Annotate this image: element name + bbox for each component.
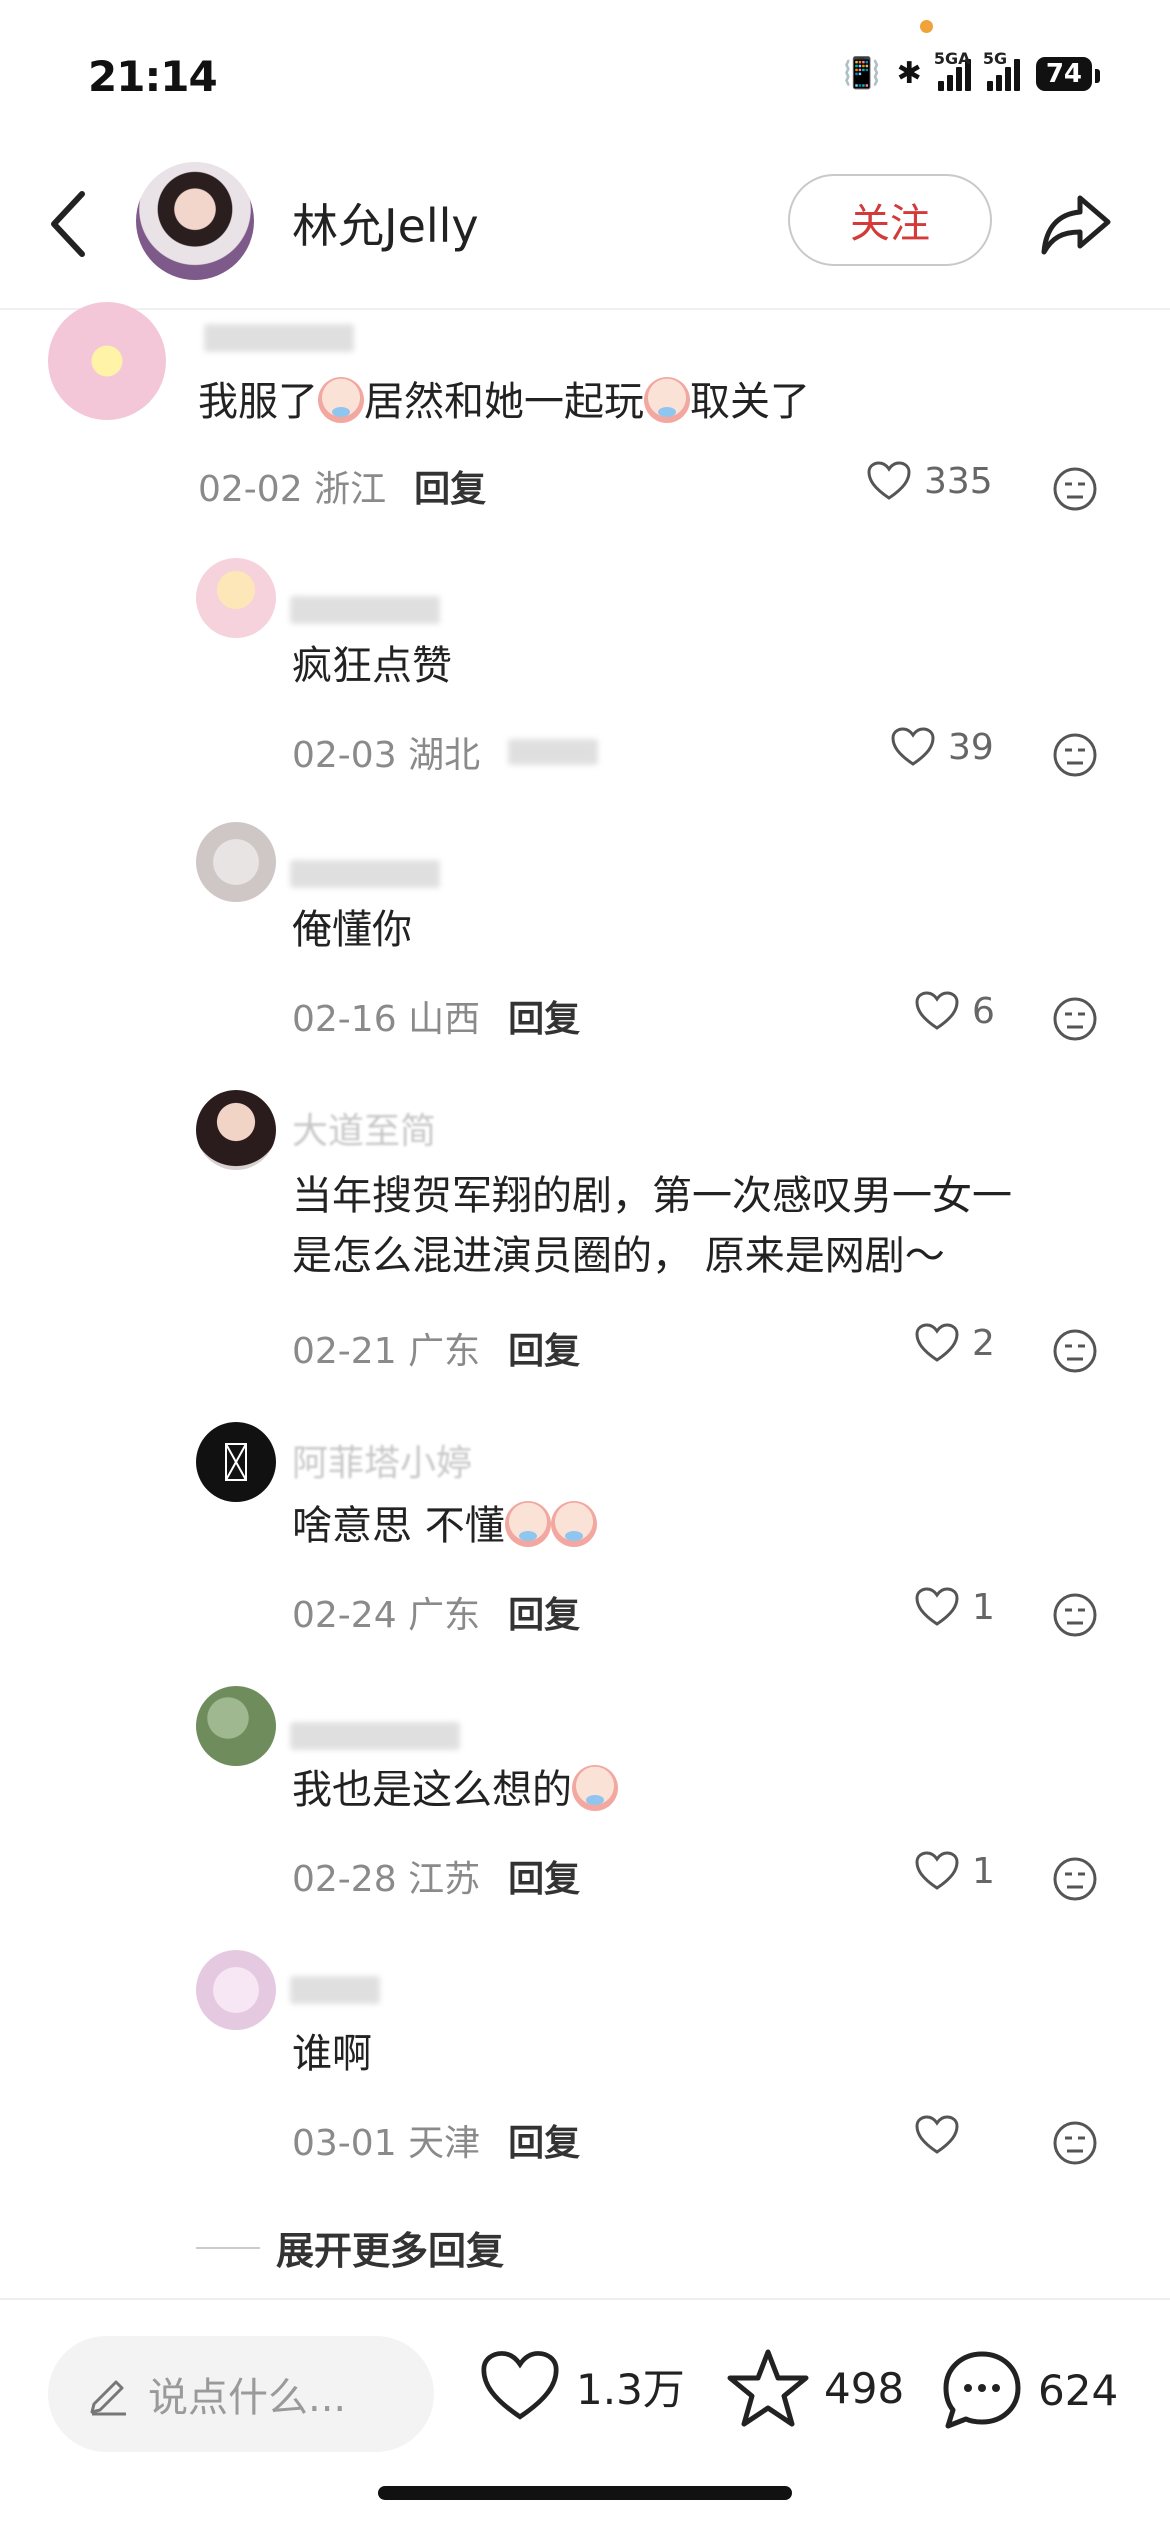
like-count: 1 xyxy=(972,1850,995,1892)
dislike-face-icon[interactable] xyxy=(1052,1328,1098,1374)
blurred-username xyxy=(290,1976,380,2004)
author-name[interactable]: 林允Jelly xyxy=(292,190,479,256)
dislike-face-icon[interactable] xyxy=(1052,2120,1098,2166)
sweat-face-emoji-icon xyxy=(644,377,690,423)
sweat-face-emoji-icon xyxy=(318,377,364,423)
divider-line xyxy=(196,2246,260,2249)
dislike-face-icon[interactable] xyxy=(1052,996,1098,1042)
reply-meta: 02-21 广东 回复 xyxy=(292,1322,580,1374)
replier-avatar[interactable] xyxy=(196,822,276,902)
like-button[interactable]: 335 xyxy=(866,460,993,502)
post-like-count: 1.3万 xyxy=(576,2364,685,2414)
crying-face-emoji-icon xyxy=(550,1501,597,1547)
like-count: 335 xyxy=(924,460,993,502)
expand-more-replies[interactable]: 展开更多回复 xyxy=(196,2220,504,2275)
reply-meta: 02-24 广东 回复 xyxy=(292,1586,580,1638)
heart-icon xyxy=(481,2351,559,2420)
like-button[interactable]: 39 xyxy=(890,726,994,768)
follow-button[interactable]: 关注 xyxy=(788,174,992,266)
vibrate-icon: 📳 xyxy=(843,56,881,91)
back-arrow-icon[interactable] xyxy=(40,184,100,264)
dislike-face-icon[interactable] xyxy=(1052,1856,1098,1902)
signal-5ga-icon: 5GA xyxy=(934,49,971,91)
crying-face-emoji-icon xyxy=(504,1501,551,1547)
status-bar: 21:14 📳 ✱ 5GA 5G 74 xyxy=(0,0,1170,150)
heart-icon xyxy=(915,1587,959,1626)
reply-text: 俺懂你 xyxy=(292,907,412,953)
reply-button[interactable]: 回复 xyxy=(508,2114,580,2166)
like-count: 39 xyxy=(948,726,994,768)
heart-icon xyxy=(915,2115,959,2154)
replier-avatar[interactable] xyxy=(196,1686,276,1766)
reply-text: 当年搜贺军翔的剧，第一次感叹男一女一 是怎么混进演员圈的， 原来是网剧～ xyxy=(292,1173,1012,1279)
bluetooth-icon: ✱ xyxy=(896,56,922,91)
like-button[interactable]: 1 xyxy=(914,1586,995,1628)
reply-meta: 02-03 湖北 xyxy=(292,726,599,778)
dislike-face-icon[interactable] xyxy=(1052,466,1098,512)
heart-icon xyxy=(891,727,935,766)
comment-bubble-icon xyxy=(943,2351,1021,2429)
blurred-reply-button xyxy=(508,739,599,765)
reply-text: 啥意思 不懂 xyxy=(292,1496,597,1556)
status-time: 21:14 xyxy=(88,52,218,101)
status-icons: 📳 ✱ 5GA 5G 74 xyxy=(843,49,1101,91)
commenter-avatar[interactable] xyxy=(48,302,166,420)
replier-avatar[interactable] xyxy=(196,1090,276,1170)
crying-face-emoji-icon xyxy=(572,1765,618,1811)
dislike-face-icon[interactable] xyxy=(1052,1592,1098,1638)
like-count: 6 xyxy=(972,990,995,1032)
reply-username[interactable]: 大道至简 xyxy=(292,1102,436,1154)
reply-meta: 02-28 江苏 回复 xyxy=(292,1850,580,1902)
star-icon xyxy=(727,2349,809,2427)
replier-avatar[interactable] xyxy=(196,1422,276,1502)
reply-button[interactable]: 回复 xyxy=(508,990,580,1042)
battery-indicator: 74 xyxy=(1035,56,1101,91)
privacy-indicator-dot xyxy=(920,20,933,33)
reply-username[interactable]: 阿菲塔小婷 xyxy=(292,1434,472,1486)
pencil-icon xyxy=(90,2380,126,2416)
reply-button[interactable]: 回复 xyxy=(508,1850,580,1902)
reply-button[interactable]: 回复 xyxy=(508,1322,580,1374)
reply-text: 谁啊 xyxy=(292,2031,372,2077)
reply-button[interactable]: 回复 xyxy=(414,460,486,512)
like-button[interactable]: 1 xyxy=(914,1850,995,1892)
author-avatar[interactable] xyxy=(136,162,254,280)
reply-text: 我也是这么想的 xyxy=(292,1760,618,1820)
like-button[interactable]: 2 xyxy=(914,1322,995,1364)
replier-avatar[interactable] xyxy=(196,1950,276,2030)
home-indicator[interactable] xyxy=(378,2486,792,2500)
reply-button[interactable]: 回复 xyxy=(508,1586,580,1638)
comment-input[interactable]: 说点什么... xyxy=(48,2336,434,2452)
blurred-username xyxy=(290,860,440,888)
heart-icon xyxy=(915,1323,959,1362)
share-icon[interactable] xyxy=(1036,184,1116,264)
comment-count: 624 xyxy=(1038,2365,1119,2415)
blurred-username xyxy=(290,596,440,624)
like-count: 1 xyxy=(972,1586,995,1628)
dislike-face-icon[interactable] xyxy=(1052,732,1098,778)
favorite-count: 498 xyxy=(824,2363,905,2413)
blurred-username xyxy=(290,1722,460,1750)
replier-avatar[interactable] xyxy=(196,558,276,638)
reply-meta: 03-01 天津 回复 xyxy=(292,2114,580,2166)
like-button[interactable] xyxy=(914,2114,972,2156)
like-count: 2 xyxy=(972,1322,995,1364)
comments-button[interactable]: 624 xyxy=(940,2348,1118,2432)
post-like-button[interactable]: 1.3万 xyxy=(478,2348,685,2424)
comment-text: 我服了 居然和她一起玩 取关了 xyxy=(198,377,810,425)
heart-icon xyxy=(867,461,911,500)
logo-icon xyxy=(225,1443,247,1481)
reply-meta: 02-16 山西 回复 xyxy=(292,990,580,1042)
favorite-button[interactable]: 498 xyxy=(726,2348,904,2428)
comment-meta: 02-02 浙江 回复 xyxy=(198,460,486,512)
heart-icon xyxy=(915,1851,959,1890)
heart-icon xyxy=(915,991,959,1030)
like-button[interactable]: 6 xyxy=(914,990,995,1032)
signal-5g-icon: 5G xyxy=(983,49,1020,91)
reply-text: 疯狂点赞 xyxy=(292,643,452,689)
profile-header: 林允Jelly 关注 xyxy=(0,150,1170,310)
blurred-username xyxy=(204,324,354,352)
